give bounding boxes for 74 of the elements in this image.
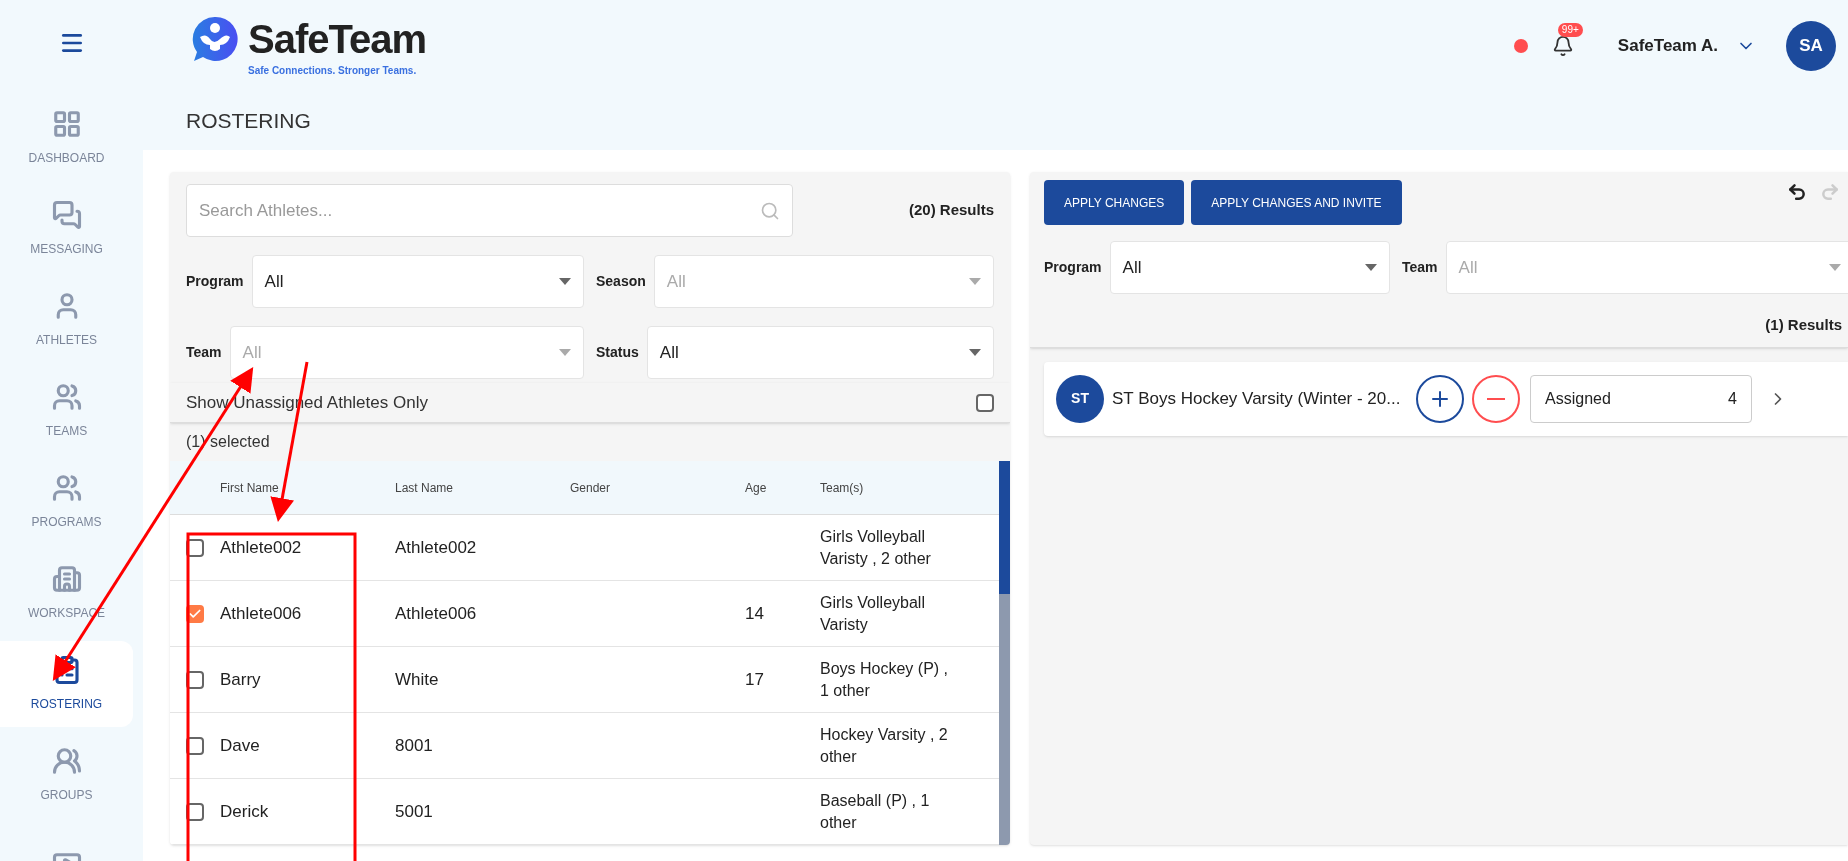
column-header[interactable]: First Name [220,478,395,497]
assigned-field[interactable]: Assigned 4 [1530,374,1752,423]
table-cell-text: Hockey Varsity , 2 other [820,724,949,767]
filter-label: Program [1044,258,1102,277]
sidebar-item[interactable]: PROGRAMS [0,459,133,545]
dropdown-field[interactable]: All [251,255,584,308]
filter-label: Team [186,343,222,362]
dropdown-field[interactable]: All [646,326,994,379]
table-cell-text: Derick [220,800,270,823]
search-icon [760,200,780,221]
scrollbar[interactable] [999,461,1010,845]
column-header[interactable]: Last Name [395,478,570,497]
dashboard-icon [51,109,82,139]
apply-button[interactable]: APPLY CHANGES AND INVITE [1191,180,1402,225]
sidebar-item[interactable]: GROUPS [0,732,133,818]
chat-icon [51,200,82,230]
dropdown-arrow-icon [1829,264,1841,271]
team-card[interactable]: ST ST Boys Hockey Varsity (Winter - 20... Assigned 4 [1044,361,1848,436]
table-cell: 17 [745,669,764,689]
apply-button[interactable]: APPLY CHANGES [1044,180,1185,225]
remove-button[interactable] [1472,374,1520,423]
sidebar-item[interactable]: DASHBOARD [0,95,133,181]
filter-label: Program [186,272,244,291]
user-name[interactable]: SafeTeam A. [1617,33,1718,59]
sidebar-item[interactable]: MESSAGING [0,186,133,272]
table-cell-text: White [395,668,440,691]
notification-badge: 99+ [1557,23,1583,37]
column-header[interactable]: Age [745,478,820,497]
table-cell-text: 5001 [395,800,434,823]
dropdown-field[interactable]: All [1109,241,1390,294]
search-field[interactable]: Search Athletes... [186,184,793,237]
table-cell-text: Dave [220,734,261,757]
user-avatar[interactable]: SA [1786,21,1836,71]
dropdown-arrow-icon [969,278,981,285]
table-cell-text: 8001 [395,734,434,757]
filter-label: Team [1402,258,1438,277]
team-avatar: ST [1056,374,1104,423]
page-title: ROSTERING [186,108,311,135]
table-cell: 14 [745,603,764,623]
filter-label: Season [596,272,646,291]
results-count: (1) Results [1765,315,1842,335]
brand-name: SafeTeam [248,18,426,59]
sidebar-item[interactable]: ROSTERING [0,641,133,727]
people-icon [51,382,82,412]
search-input[interactable]: Search Athletes... [199,197,760,224]
dropdown-arrow-icon [1365,264,1377,271]
sidebar-item[interactable]: TEAMS [0,368,133,454]
table-cell-text: Barry [220,668,262,691]
table-cell-text: Girls Volleyball Varisty , 2 other [820,526,932,569]
table-cell-text: Athlete002 [220,536,303,559]
minus-icon [1487,397,1505,400]
table-cell-text: Baseball (P) , 1 other [820,790,931,833]
checkbox[interactable] [976,393,994,412]
team-name: ST Boys Hockey Varsity (Winter - 20... [1112,387,1402,410]
dropdown-arrow-icon [559,349,571,356]
table-cell-text: Boys Hockey (P) , 1 other [820,658,950,701]
column-header[interactable]: Gender [570,478,745,497]
table-cell-text: Girls Volleyball Varisty [820,592,926,635]
people-icon [51,473,82,503]
table-cell-text: Athlete006 [220,602,303,625]
brand-tagline: Safe Connections. Stronger Teams. [248,63,418,78]
logo-icon [190,14,240,63]
results-count: (20) Results [908,200,994,221]
building-icon [51,564,82,594]
add-button[interactable] [1416,374,1464,423]
table-cell-text: Athlete006 [395,602,478,625]
notification-bell-icon[interactable] [1551,35,1574,57]
dropdown-arrow-icon [969,349,981,356]
table-cell-text: Athlete002 [395,536,478,559]
people-icon [51,746,82,776]
filter-label: Status [596,343,639,362]
column-header[interactable]: Team(s) [820,478,864,497]
undo-icon[interactable] [1787,182,1807,202]
dropdown-arrow-icon [559,278,571,285]
